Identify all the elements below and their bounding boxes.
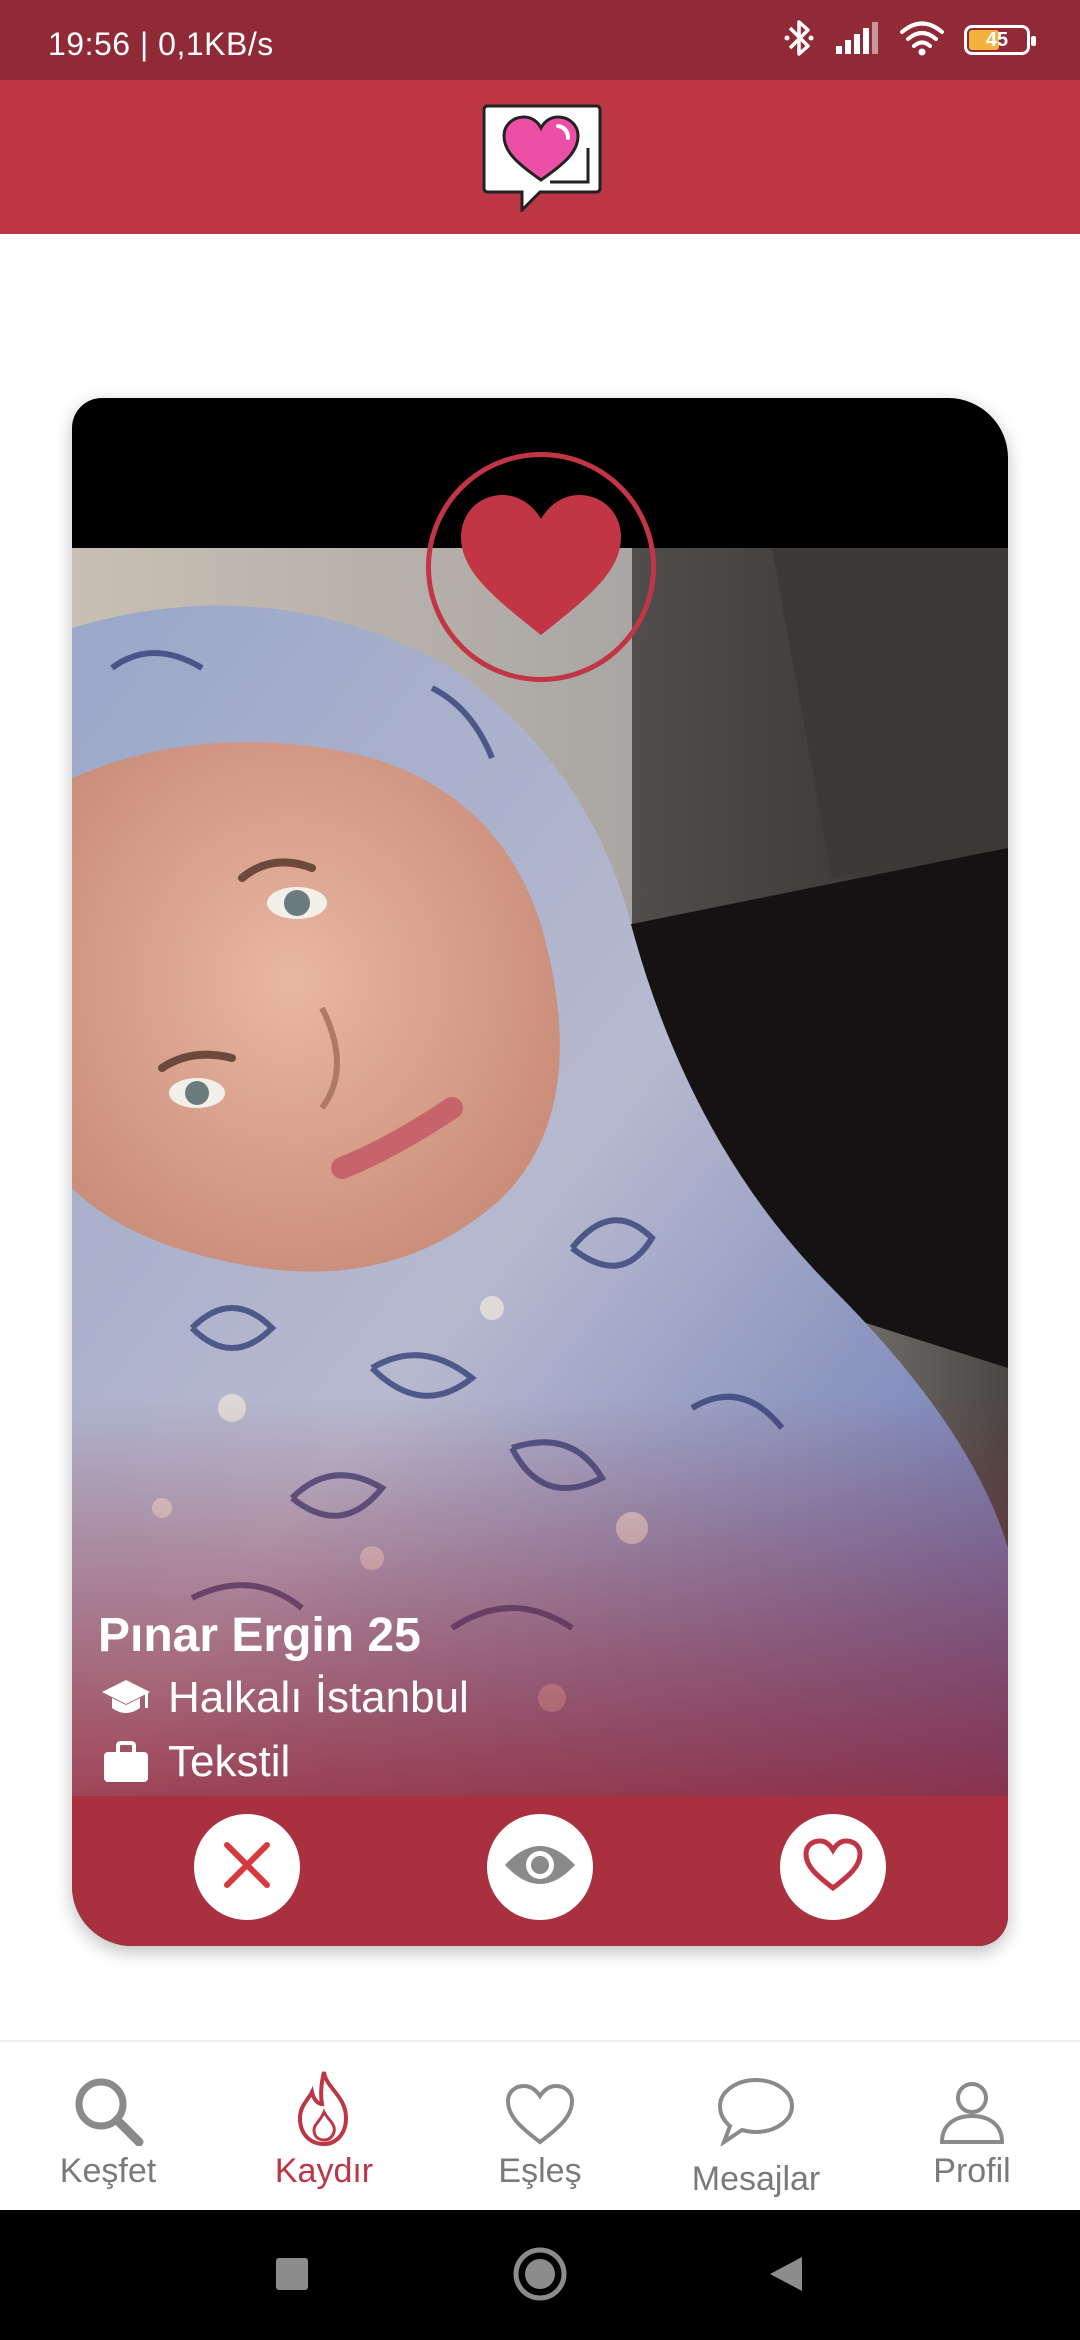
nav-label: Keşfet (59, 2152, 157, 2190)
card-info: Pınar Ergin 25 Halkalı İstanbul Tekstil (98, 1608, 469, 1801)
nav-label: Profil (933, 2152, 1011, 2190)
wifi-icon (898, 19, 946, 62)
nav-label: Mesajlar (691, 2160, 821, 2198)
profile-name: Pınar Ergin 25 (98, 1609, 421, 1662)
nav-item-kaydir[interactable]: Kaydır (216, 2042, 432, 2212)
nav-item-esles[interactable]: Eşleş (432, 2042, 648, 2212)
education-text: Halkalı İstanbul (168, 1673, 469, 1722)
heart-icon (459, 493, 623, 642)
app-logo-icon (478, 100, 604, 214)
nav-item-mesajlar[interactable]: Mesajlar (648, 2042, 864, 2212)
person-icon (938, 2066, 1006, 2146)
eye-icon (503, 1841, 577, 1894)
battery-level: 45 (985, 28, 1009, 51)
status-time: 19:56 | 0,1KB/s (48, 26, 274, 62)
nav-item-kesfet[interactable]: Keşfet (0, 2042, 216, 2212)
education-row: Halkalı İstanbul (98, 1673, 469, 1723)
back-button[interactable] (756, 2246, 816, 2306)
search-icon (71, 2066, 145, 2146)
recent-apps-button[interactable] (262, 2246, 322, 2306)
nav-label: Kaydır (274, 2152, 374, 2190)
heart-outline-icon (802, 1837, 864, 1897)
profile-card[interactable]: Pınar Ergin 25 Halkalı İstanbul Tekstil (72, 398, 1008, 1946)
job-row: Tekstil (98, 1737, 469, 1787)
action-bar (72, 1796, 1008, 1946)
view-profile-button[interactable] (487, 1814, 593, 1920)
like-button[interactable] (780, 1814, 886, 1920)
status-icons: 45 (782, 18, 1036, 63)
signal-icon (834, 20, 880, 61)
briefcase-icon (98, 1738, 154, 1786)
square-icon (274, 2256, 310, 2297)
circle-icon (512, 2246, 568, 2307)
bluetooth-icon (782, 18, 816, 63)
graduation-cap-icon (98, 1674, 154, 1722)
flame-icon (294, 2066, 354, 2146)
home-button[interactable] (510, 2246, 570, 2306)
nav-item-profil[interactable]: Profil (864, 2042, 1080, 2212)
nav-label: Eşleş (498, 2152, 582, 2190)
triangle-left-icon (766, 2253, 806, 2300)
job-text: Tekstil (168, 1737, 291, 1786)
chat-bubble-icon (716, 2066, 796, 2146)
bottom-nav: Keşfet Kaydır Eşleş Mesajlar Profil (0, 2040, 1080, 2210)
like-stamp (426, 452, 656, 682)
dislike-button[interactable] (194, 1814, 300, 1920)
system-nav-bar (0, 2210, 1080, 2340)
heart-outline-icon (504, 2066, 576, 2146)
battery-icon: 45 (964, 25, 1036, 55)
close-icon (221, 1839, 273, 1896)
status-bar: 19:56 | 0,1KB/s 45 (0, 0, 1080, 80)
app-header (0, 80, 1080, 234)
